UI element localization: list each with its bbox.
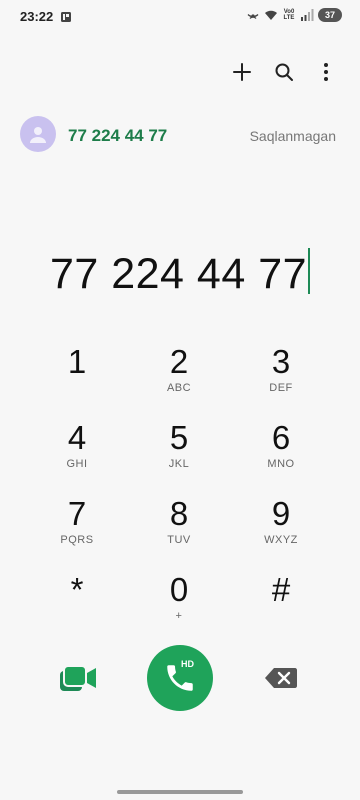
call-button[interactable]: HD [147, 645, 213, 711]
key-9[interactable]: 9 WXYZ [230, 490, 332, 566]
contact-suggestion[interactable]: 77 224 44 77 Saqlanmagan [0, 110, 360, 160]
key-letters: MNO [267, 458, 295, 470]
key-letters: DEF [269, 382, 293, 394]
dialed-number-field[interactable]: 77 224 44 77 [0, 248, 360, 299]
battery-indicator: 37 [318, 8, 342, 22]
suggestion-number: 77 224 44 77 [68, 126, 168, 145]
key-7[interactable]: 7 PQRS [26, 490, 128, 566]
key-8[interactable]: 8 TUV [128, 490, 230, 566]
notification-icon [60, 10, 72, 22]
text-cursor [308, 248, 311, 294]
key-3[interactable]: 3 DEF [230, 338, 332, 414]
more-vert-icon[interactable] [314, 60, 338, 84]
status-bar: 23:22 Vo0 LTE 37 [0, 0, 360, 34]
dial-keypad: 1 2 ABC 3 DEF 4 GHI 5 JKL 6 MNO 7 PQRS 8 [26, 338, 334, 642]
key-digit: 1 [67, 343, 87, 380]
key-2[interactable]: 2 ABC [128, 338, 230, 414]
key-digit: 7 [67, 495, 87, 532]
call-actions: HD [0, 645, 360, 711]
key-5[interactable]: 5 JKL [128, 414, 230, 490]
top-actions [230, 60, 338, 84]
key-digit: * [70, 571, 84, 608]
key-star[interactable]: * [26, 566, 128, 642]
signal-icon [300, 8, 314, 22]
key-letters: PQRS [60, 534, 94, 546]
network-label: Vo0 LTE [283, 9, 295, 21]
key-letters: + [175, 610, 183, 622]
key-digit: 6 [271, 419, 291, 456]
key-4[interactable]: 4 GHI [26, 414, 128, 490]
key-letters: WXYZ [264, 534, 298, 546]
suggestion-status: Saqlanmagan [249, 128, 336, 144]
key-digit: 2 [169, 343, 189, 380]
dialed-number: 77 224 44 77 [49, 250, 308, 298]
key-letters: JKL [168, 458, 190, 470]
backspace-icon[interactable] [264, 667, 298, 691]
key-digit: 5 [169, 419, 189, 456]
key-digit: 9 [271, 495, 291, 532]
key-digit: 0 [169, 571, 189, 608]
key-hash[interactable]: # [230, 566, 332, 642]
key-1[interactable]: 1 [26, 338, 128, 414]
key-letters: GHI [66, 458, 88, 470]
search-icon[interactable] [272, 60, 296, 84]
hotspot-icon [246, 8, 260, 22]
key-digit: 3 [271, 343, 291, 380]
key-6[interactable]: 6 MNO [230, 414, 332, 490]
person-icon [30, 127, 46, 143]
key-digit: 4 [67, 419, 87, 456]
key-0[interactable]: 0 + [128, 566, 230, 642]
navigation-handle[interactable] [117, 790, 243, 794]
hd-badge: HD [181, 659, 194, 669]
avatar [20, 116, 56, 152]
key-digit: # [271, 571, 291, 608]
dialer-screen: 23:22 Vo0 LTE 37 77 224 44 77 Saqlanmaga… [0, 0, 360, 800]
status-time: 23:22 [20, 9, 54, 24]
key-digit: 8 [169, 495, 189, 532]
status-icons: Vo0 LTE 37 [246, 8, 342, 22]
wifi-icon [264, 8, 278, 22]
key-letters: ABC [166, 382, 192, 394]
video-call-icon[interactable] [58, 661, 98, 695]
plus-icon[interactable] [230, 60, 254, 84]
key-letters: TUV [167, 534, 191, 546]
